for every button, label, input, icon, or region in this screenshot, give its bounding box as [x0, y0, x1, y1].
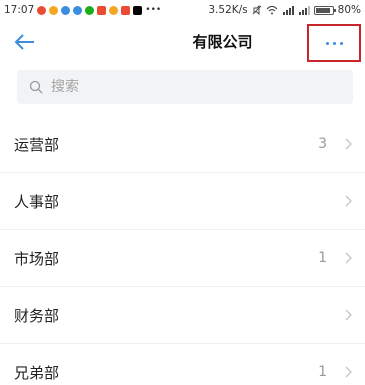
search-icon — [29, 80, 43, 94]
member-count: 1 — [318, 364, 327, 380]
notification-icon — [37, 5, 47, 15]
member-count: 1 — [318, 250, 327, 266]
chevron-right-icon — [343, 136, 355, 152]
header: 有限公司 — [0, 20, 365, 64]
signal-icon — [298, 6, 310, 15]
tiktok-icon — [133, 5, 143, 15]
notification-icon — [73, 5, 83, 15]
department-name: 人事部 — [14, 192, 60, 211]
wifi-icon — [266, 5, 278, 15]
back-button[interactable] — [10, 28, 40, 56]
list-item[interactable]: 人事部 — [0, 173, 365, 230]
list-item[interactable]: 兄弟部 1 — [0, 344, 365, 385]
department-name: 运营部 — [14, 135, 60, 154]
list-item[interactable]: 财务部 — [0, 287, 365, 344]
member-count: 3 — [318, 136, 327, 152]
arrow-left-icon — [14, 34, 34, 50]
department-name: 财务部 — [14, 306, 60, 325]
more-notifications-icon: ••• — [145, 5, 162, 15]
department-list: 运营部 3 人事部 市场部 1 财务部 兄弟部 1 — [0, 116, 365, 385]
battery-icon — [313, 5, 336, 15]
notification-icon — [49, 5, 59, 15]
chevron-right-icon — [343, 307, 355, 323]
page-title: 有限公司 — [192, 33, 253, 51]
department-name: 兄弟部 — [14, 363, 60, 382]
search-bar[interactable] — [17, 70, 353, 104]
notification-icon — [85, 5, 95, 15]
status-right: 3.52K/s 80% — [208, 4, 361, 16]
battery-percent: 80% — [337, 4, 361, 16]
list-item[interactable]: 运营部 3 — [0, 116, 365, 173]
chevron-right-icon — [343, 250, 355, 266]
status-bar: 17:07 ••• 3.52K/s 80% — [0, 0, 365, 20]
screen: 17:07 ••• 3.52K/s 80% 有限公司 搜索 运营部 3 人事部 … — [0, 0, 365, 385]
more-dots-icon — [325, 41, 343, 45]
notification-icon — [109, 5, 119, 15]
more-button[interactable] — [307, 24, 361, 62]
chevron-right-icon — [343, 193, 355, 209]
department-name: 市场部 — [14, 249, 60, 268]
notification-icon — [121, 5, 131, 15]
status-left: 17:07 ••• — [4, 4, 161, 16]
status-time: 17:07 — [4, 4, 35, 16]
list-item[interactable]: 市场部 1 — [0, 230, 365, 287]
notification-icon — [97, 5, 107, 15]
search-input[interactable] — [49, 78, 303, 96]
notification-icon — [61, 5, 71, 15]
mute-icon — [252, 5, 261, 15]
network-speed: 3.52K/s — [208, 4, 248, 16]
signal-icon — [282, 6, 294, 15]
chevron-right-icon — [343, 364, 355, 380]
